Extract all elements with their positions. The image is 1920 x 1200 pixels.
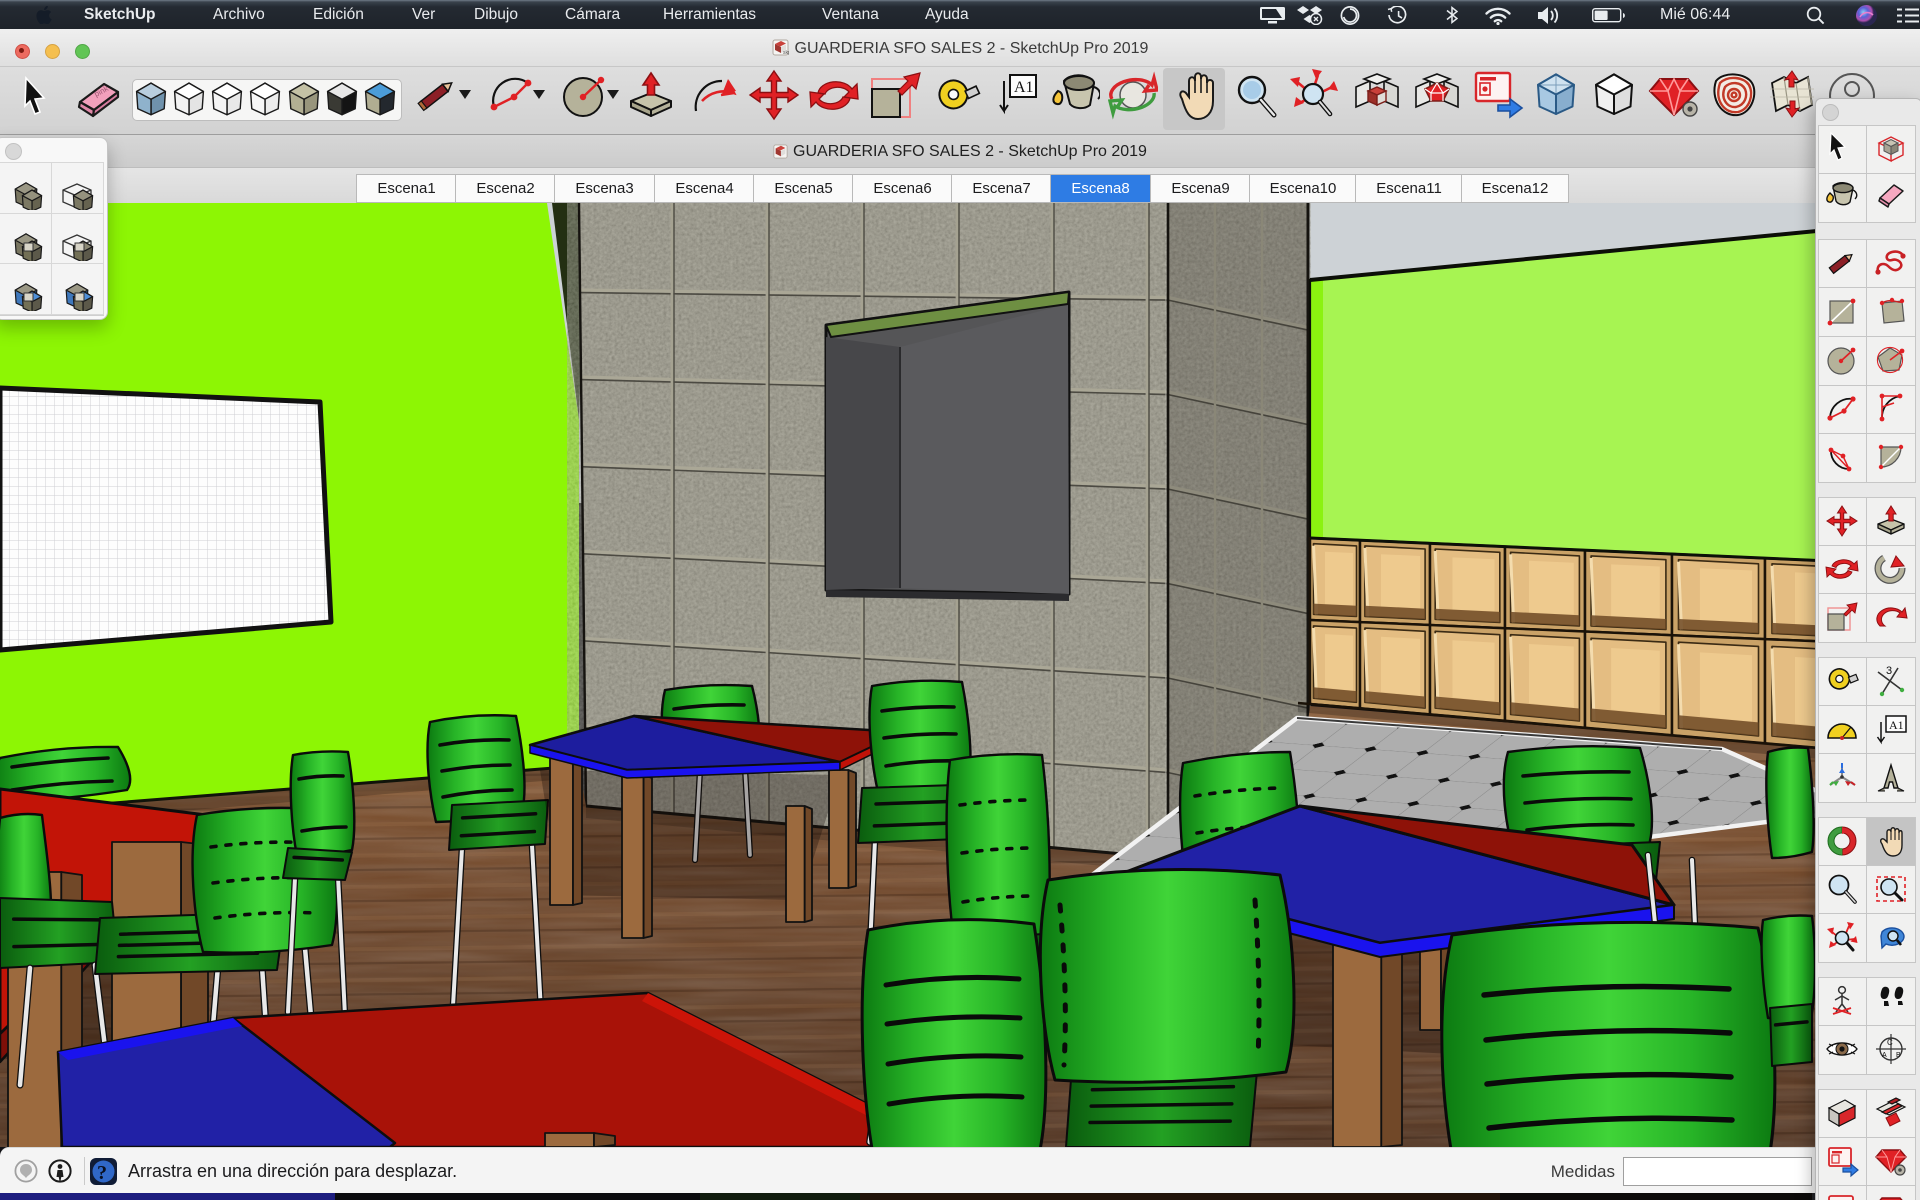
svg-text:C: C: [1887, 1038, 1893, 1047]
svg-text:A1: A1: [1014, 79, 1034, 96]
svg-text:A: A: [1882, 1052, 1887, 1059]
svg-text:3: 3: [1886, 665, 1892, 677]
svg-text:?: ?: [97, 1162, 107, 1184]
svg-text:skp: skp: [783, 50, 789, 56]
svg-text:A1: A1: [1889, 718, 1904, 732]
svg-text:B: B: [1896, 1052, 1901, 1059]
